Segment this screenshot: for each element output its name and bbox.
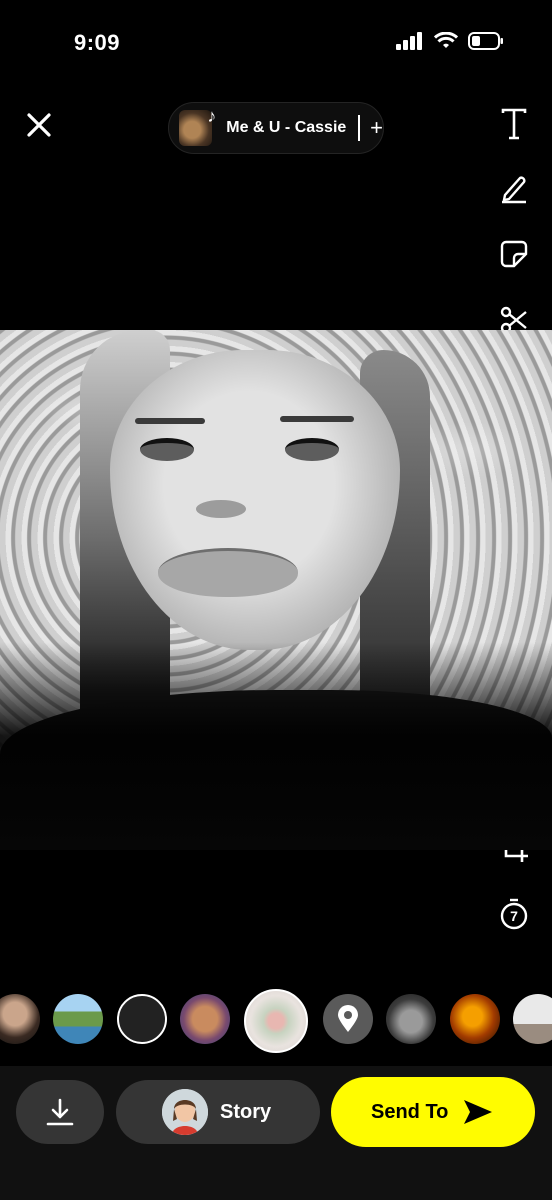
send-arrow-icon (464, 1100, 493, 1124)
lens-carousel[interactable] (0, 989, 552, 1053)
pill-divider (358, 115, 361, 141)
download-icon (46, 1098, 74, 1126)
location-pin-icon (338, 1005, 358, 1032)
status-icons (396, 32, 504, 50)
wifi-icon (434, 32, 458, 48)
sticker-icon (500, 240, 528, 268)
battery-icon (468, 32, 503, 50)
music-attachment-pill[interactable]: ♪ Me & U - Cassie + (168, 102, 384, 154)
story-label: Story (220, 1100, 272, 1123)
lens-location[interactable] (323, 994, 373, 1044)
lens-person[interactable] (386, 994, 436, 1044)
lens-sunset[interactable] (450, 994, 500, 1044)
snap-photo (0, 330, 552, 850)
lens-landscape[interactable] (53, 994, 103, 1044)
timer-tool[interactable]: 7 (492, 892, 536, 936)
status-time: 9:09 (74, 30, 121, 55)
send-to-label: Send To (371, 1100, 449, 1123)
download-button[interactable] (16, 1080, 104, 1144)
status-bar: 9:09 (0, 0, 552, 90)
lens-face-effect[interactable] (180, 994, 230, 1044)
avatar-icon (162, 1089, 208, 1135)
pencil-icon (502, 176, 526, 204)
lens-gallery[interactable] (513, 994, 552, 1044)
sticker-tool[interactable] (492, 232, 536, 276)
cellular-signal-icon (396, 32, 422, 50)
close-icon (27, 113, 51, 137)
text-T-icon (501, 108, 527, 140)
music-track-label: Me & U - Cassie (226, 119, 347, 136)
album-art: ♪ (179, 106, 216, 146)
add-music-button[interactable]: + (370, 115, 383, 141)
timer-icon: 7 (500, 898, 528, 930)
bitmoji-avatar (162, 1089, 208, 1135)
lens-portrait[interactable] (0, 994, 40, 1044)
bottom-bar: Story Send To (0, 1066, 552, 1200)
timer-value: 7 (510, 908, 518, 924)
close-button[interactable] (22, 108, 56, 142)
send-to-button[interactable]: Send To (331, 1077, 535, 1147)
lens-outline[interactable] (117, 994, 167, 1044)
story-button[interactable]: Story (116, 1080, 320, 1144)
music-note-icon: ♪ (207, 106, 217, 126)
lens-selected-flowers[interactable] (244, 989, 308, 1053)
draw-tool[interactable] (492, 166, 536, 210)
text-tool[interactable] (492, 102, 536, 146)
